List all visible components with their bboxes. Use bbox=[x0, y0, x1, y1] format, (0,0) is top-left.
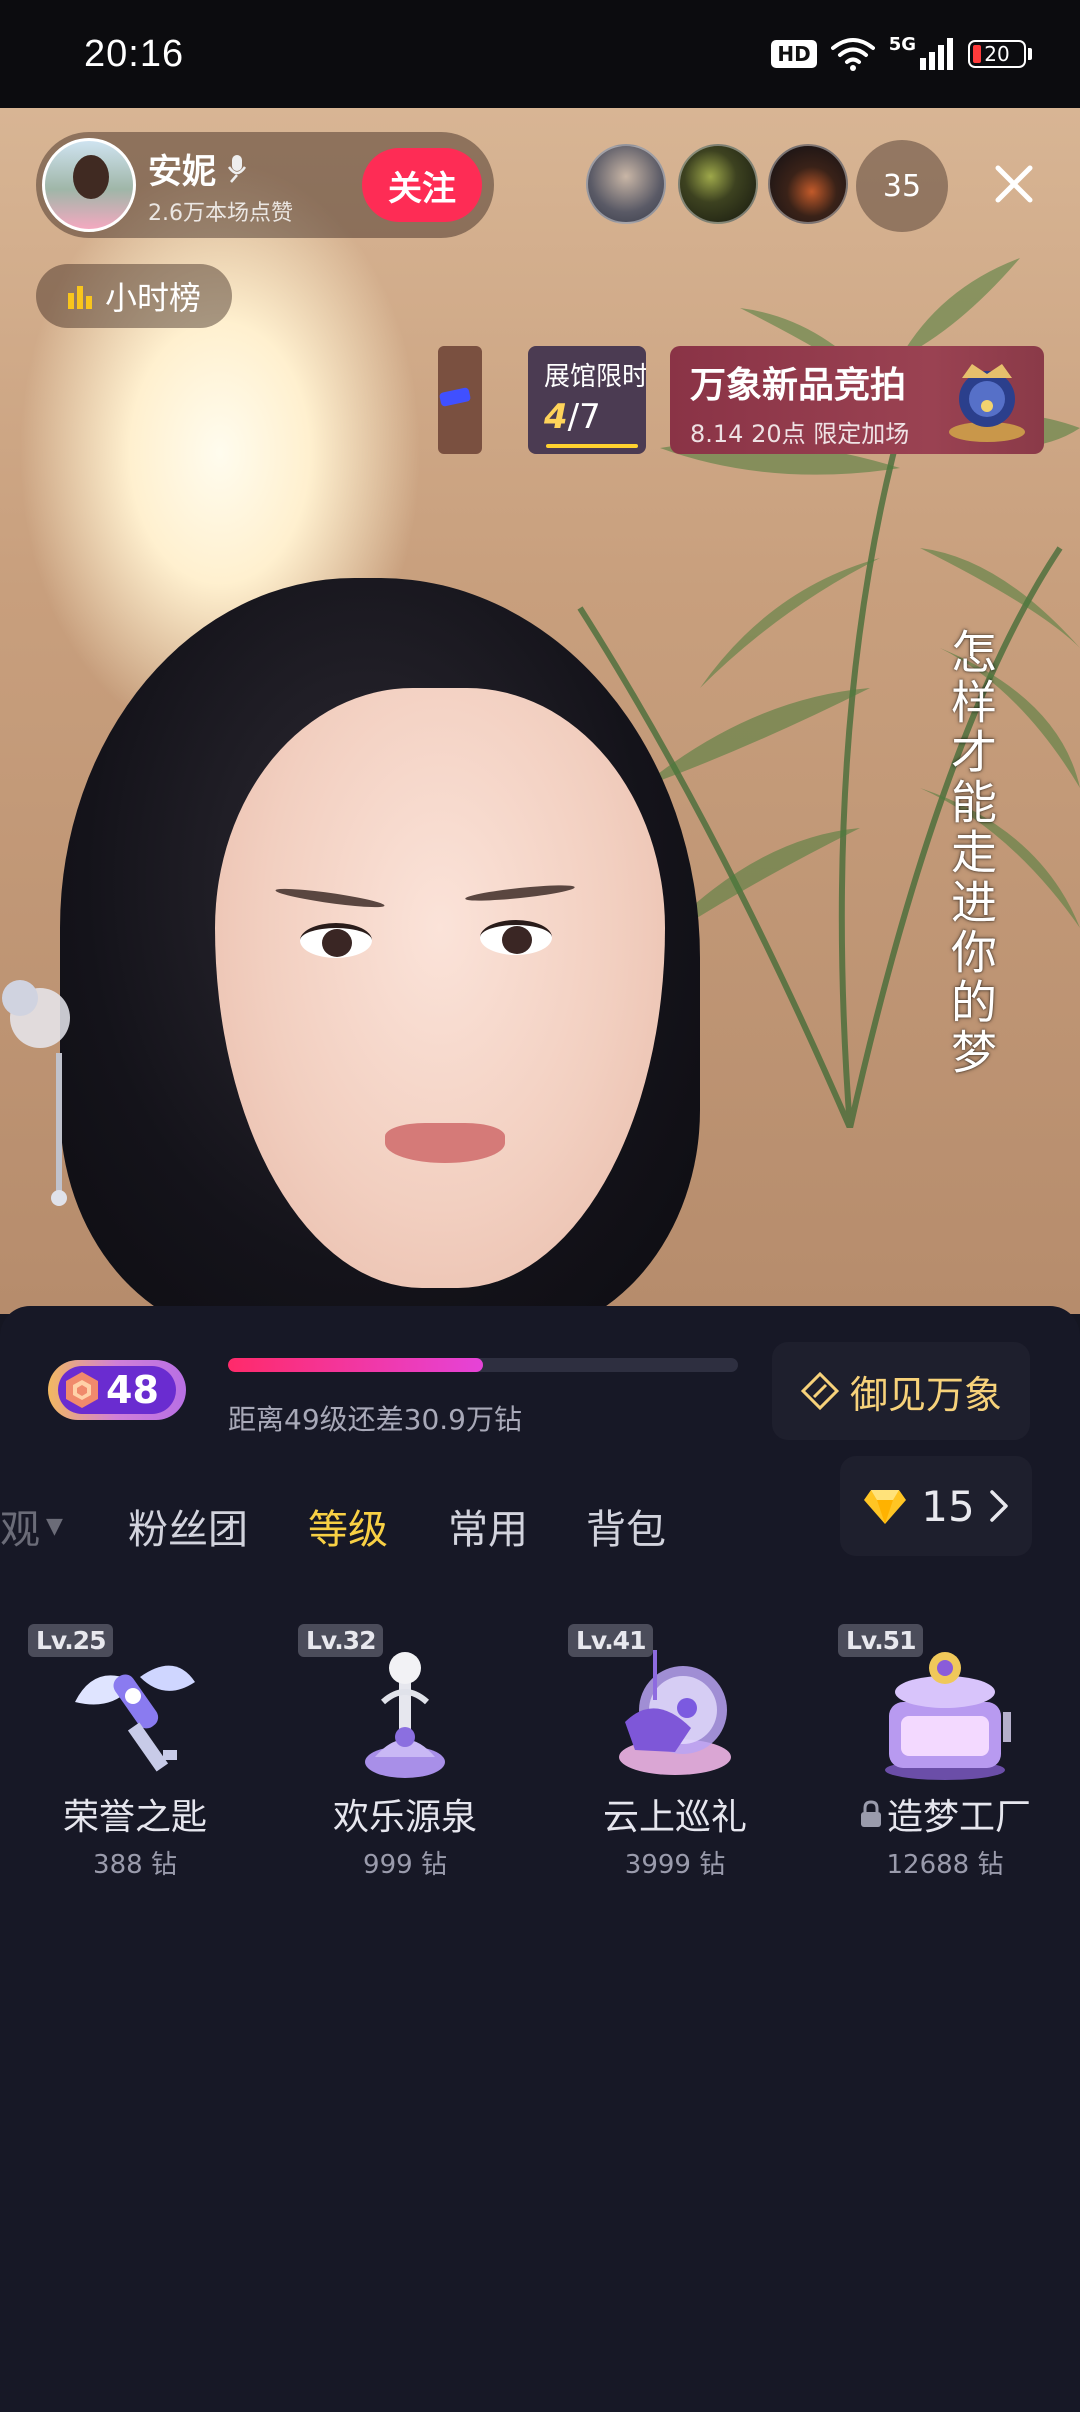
hall-title: 展馆限时 bbox=[544, 362, 646, 392]
gift-price: 3999 钻 bbox=[624, 1850, 726, 1880]
level-gem-icon bbox=[66, 1372, 98, 1408]
coin-count: 15 bbox=[921, 1481, 975, 1531]
close-icon[interactable] bbox=[988, 158, 1040, 210]
level-progress-text: 距离49级还差30.9万钻 bbox=[228, 1403, 522, 1436]
cloud-parade-icon bbox=[619, 1650, 731, 1775]
chevron-right-icon bbox=[989, 1490, 1008, 1522]
viewer-avatar[interactable] bbox=[678, 144, 758, 224]
tab-fan-club[interactable]: 粉丝团 bbox=[128, 1476, 248, 1576]
gift-grid: Lv.25 荣誉之匙 388 钻 Lv.32 欢乐源泉 999 钻 Lv.41 … bbox=[0, 1614, 1080, 1914]
hall-limited-banner[interactable]: 展馆限时 4/7 bbox=[528, 346, 646, 454]
host-name: 安妮 bbox=[148, 151, 216, 192]
hd-badge: HD bbox=[771, 40, 817, 68]
battery-level: 20 bbox=[984, 42, 1010, 66]
wifi-icon bbox=[830, 38, 875, 71]
host-name-row: 安妮 bbox=[148, 144, 293, 193]
gift-price: 12688 钻 bbox=[886, 1850, 1004, 1880]
auction-banner[interactable]: 万象新品竞拍 8.14 20点 限定加场 bbox=[670, 346, 1044, 454]
user-level: 48 bbox=[106, 1368, 159, 1412]
signal-icon: 5G bbox=[889, 36, 954, 72]
level-progress-fill bbox=[228, 1358, 483, 1372]
gift-name: 荣誉之匙 bbox=[62, 1797, 207, 1838]
level-progress-bar bbox=[228, 1358, 738, 1372]
viewer-count[interactable]: 35 bbox=[856, 140, 948, 232]
gift-item[interactable]: Lv.25 荣誉之匙 388 钻 bbox=[0, 1614, 270, 1914]
diamond-icon bbox=[864, 1490, 907, 1524]
viewer-avatar[interactable] bbox=[586, 144, 666, 224]
joy-fountain-icon bbox=[365, 1652, 445, 1778]
gift-item[interactable]: Lv.41 云上巡礼 3999 钻 bbox=[540, 1614, 810, 1914]
gift-item[interactable]: Lv.51 造梦工厂 12688 钻 bbox=[810, 1614, 1080, 1914]
hourly-rank-button[interactable]: 小时榜 bbox=[36, 264, 232, 328]
coin-balance-button[interactable]: 15 bbox=[840, 1456, 1032, 1556]
battery-icon: 20 bbox=[968, 40, 1032, 68]
lock-icon bbox=[860, 1800, 881, 1827]
lyrics-text: 怎样才能走进你的梦 bbox=[944, 628, 998, 1078]
tab-common[interactable]: 常用 bbox=[448, 1476, 528, 1576]
tab-partial[interactable]: 观 ▼ bbox=[0, 1476, 63, 1576]
user-level-badge[interactable]: 48 bbox=[48, 1360, 186, 1420]
follow-button[interactable]: 关注 bbox=[362, 148, 482, 222]
gift-name: 欢乐源泉 bbox=[332, 1797, 477, 1838]
host-likes: 2.6万本场点赞 bbox=[148, 200, 293, 226]
mic-icon bbox=[227, 155, 247, 183]
hall-progress-bar bbox=[546, 444, 638, 448]
gift-panel: 48 距离49级还差30.9万钻 御见万象 观 ▼ 粉丝团 等级 常用 背包 15 bbox=[0, 1306, 1080, 2412]
tab-backpack[interactable]: 背包 bbox=[586, 1476, 666, 1576]
hall-count: 4/7 bbox=[544, 397, 601, 437]
host-avatar[interactable] bbox=[42, 138, 136, 232]
status-icons: HD 5G 20 bbox=[771, 36, 1032, 72]
bars-icon bbox=[67, 286, 92, 309]
status-bar: 20:16 HD 5G 20 bbox=[0, 0, 1080, 108]
caret-down-icon: ▼ bbox=[46, 1513, 63, 1539]
gift-item[interactable]: Lv.32 欢乐源泉 999 钻 bbox=[270, 1614, 540, 1914]
wanxiang-label: 御见万象 bbox=[849, 1372, 1002, 1417]
wanxiang-icon bbox=[800, 1371, 840, 1411]
signal-bars bbox=[920, 38, 953, 70]
gift-name: 造梦工厂 bbox=[810, 1788, 1080, 1840]
viewer-avatar[interactable] bbox=[768, 144, 848, 224]
rank-label: 小时榜 bbox=[104, 279, 201, 317]
hair-ornament bbox=[2, 980, 70, 1206]
gift-price: 388 钻 bbox=[93, 1850, 177, 1880]
honor-key-icon bbox=[75, 1665, 195, 1772]
status-time: 20:16 bbox=[84, 32, 185, 75]
dream-factory-icon bbox=[885, 1652, 1011, 1780]
gift-price: 999 钻 bbox=[363, 1850, 447, 1880]
tab-level[interactable]: 等级 bbox=[308, 1476, 388, 1576]
host-info: 安妮 2.6万本场点赞 bbox=[148, 144, 293, 227]
gift-name: 云上巡礼 bbox=[602, 1797, 747, 1838]
banner-stub[interactable] bbox=[438, 346, 482, 454]
host-info-pill[interactable]: 安妮 2.6万本场点赞 关注 bbox=[36, 132, 494, 238]
network-type: 5G bbox=[888, 34, 916, 55]
wanxiang-button[interactable]: 御见万象 bbox=[772, 1342, 1030, 1440]
trophy-icon bbox=[949, 364, 1025, 442]
